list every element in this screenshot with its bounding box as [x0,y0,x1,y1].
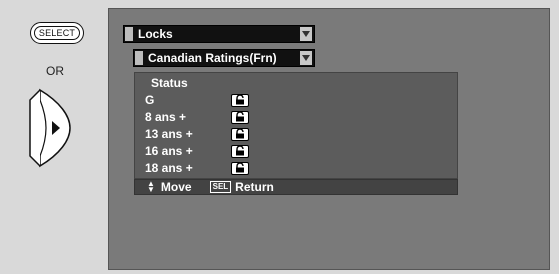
select-button-label: SELECT [33,26,81,40]
locks-menu-bar[interactable]: Locks [123,25,315,43]
unlock-icon[interactable] [231,161,249,175]
rating-name: 18 ans + [145,161,193,175]
ratings-menu-bar[interactable]: Canadian Ratings(Frn) [133,49,315,67]
unlock-icon[interactable] [231,93,249,107]
return-label: Return [235,180,274,194]
help-footer: ▲ ▼ Move SEL Return [134,179,458,195]
locks-label: Locks [138,27,173,41]
dropdown-arrow-icon[interactable] [300,27,312,41]
select-button[interactable]: SELECT [30,22,84,44]
or-label: OR [46,64,64,78]
move-label: Move [160,180,192,194]
up-down-arrows-icon: ▲ ▼ [147,179,155,194]
unlock-icon[interactable] [231,127,249,141]
rating-row[interactable]: 18 ans + [145,160,265,176]
ratings-label: Canadian Ratings(Frn) [148,51,277,65]
rating-name: G [145,93,155,107]
ratings-panel: Status G 8 ans + 13 ans + 16 ans + 18 an… [134,72,458,179]
menu-tab-marker [125,27,133,41]
rating-row[interactable]: 8 ans + [145,109,265,125]
status-heading: Status [151,76,188,90]
rating-name: 16 ans + [145,144,193,158]
unlock-icon[interactable] [231,144,249,158]
remote-instructions: SELECT OR [0,0,108,274]
sel-badge: SEL [209,181,232,193]
unlock-icon[interactable] [231,110,249,124]
dropdown-arrow-icon[interactable] [300,51,312,65]
rating-row[interactable]: 16 ans + [145,143,265,159]
tv-screen: Locks Canadian Ratings(Frn) Status G 8 a… [108,8,550,270]
rating-row[interactable]: 13 ans + [145,126,265,142]
rating-name: 13 ans + [145,127,193,141]
rating-name: 8 ans + [145,110,187,124]
menu-tab-marker [135,51,143,65]
rating-row[interactable]: G [145,92,265,108]
right-arrow-button-icon[interactable] [26,88,72,168]
